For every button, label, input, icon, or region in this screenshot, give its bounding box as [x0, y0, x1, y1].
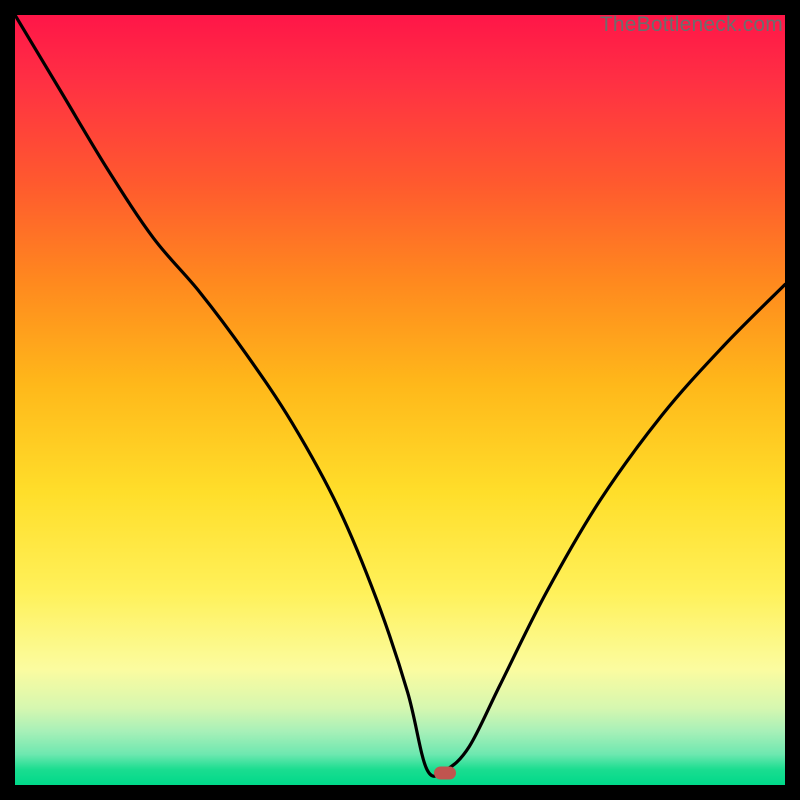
plot-area: TheBottleneck.com	[15, 15, 785, 785]
bottleneck-curve	[15, 15, 785, 785]
watermark-text: TheBottleneck.com	[600, 13, 783, 37]
chart-frame: TheBottleneck.com	[0, 0, 800, 800]
optimal-marker	[434, 767, 456, 780]
curve-path	[15, 15, 785, 776]
